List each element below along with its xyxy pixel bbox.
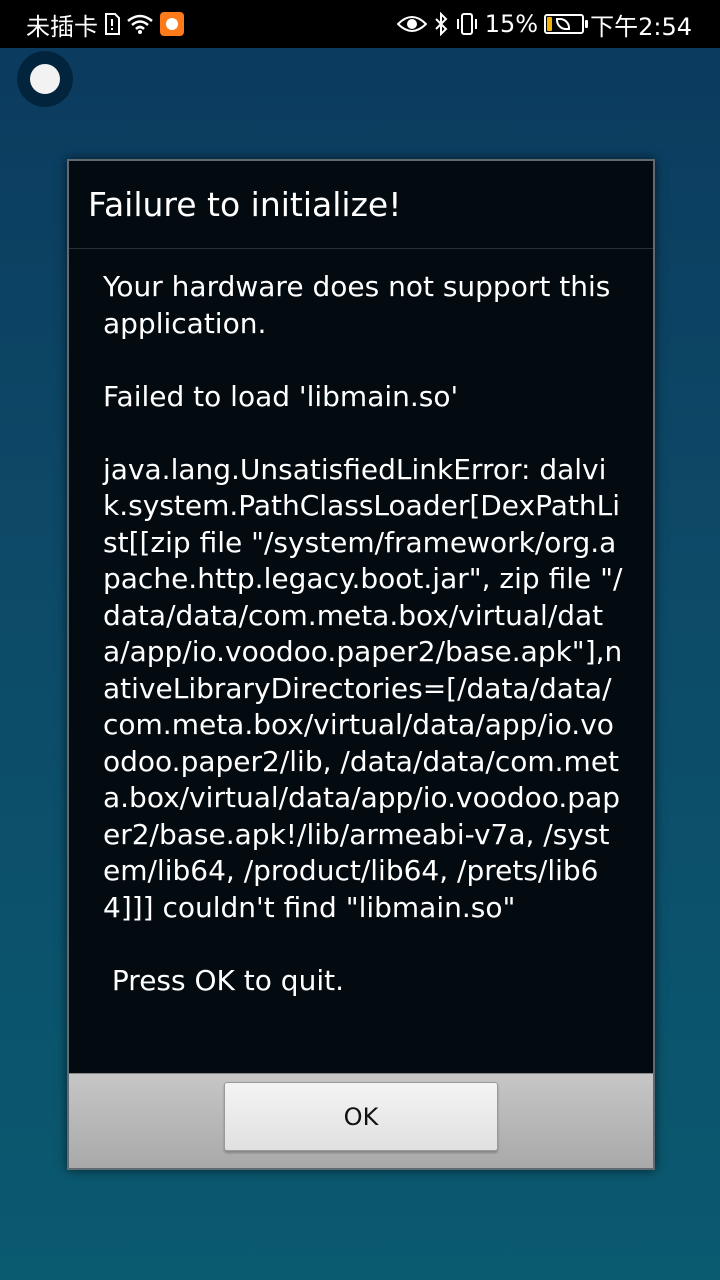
battery-icon — [544, 14, 589, 34]
clock: 下午2:54 — [590, 12, 692, 41]
dialog-button-bar: OK — [69, 1073, 653, 1168]
status-bar-left: 未插卡 — [26, 7, 184, 42]
carrier-label: 未插卡 — [26, 12, 98, 41]
dialog-title: Failure to initialize! — [69, 161, 653, 249]
bluetooth-icon — [433, 12, 449, 36]
error-dialog: Failure to initialize! Your hardware doe… — [67, 159, 655, 1170]
battery-level-fill — [547, 17, 553, 31]
assist-ball-core — [30, 64, 60, 94]
vibrate-icon — [455, 12, 479, 36]
dialog-message: Your hardware does not support this appl… — [103, 270, 623, 997]
sim-icon — [104, 13, 120, 35]
floating-assist-button[interactable] — [17, 51, 73, 107]
eye-icon — [396, 14, 427, 34]
status-bar-right: 15% 下午2:54 — [396, 7, 692, 42]
app-notification-icon — [160, 12, 184, 36]
wifi-icon — [126, 13, 154, 35]
ok-button[interactable]: OK — [224, 1082, 498, 1151]
power-saving-leaf-icon — [556, 18, 571, 30]
status-bar: 未插卡 15% 下午2:54 — [0, 0, 720, 48]
battery-percent: 15% — [484, 10, 539, 38]
